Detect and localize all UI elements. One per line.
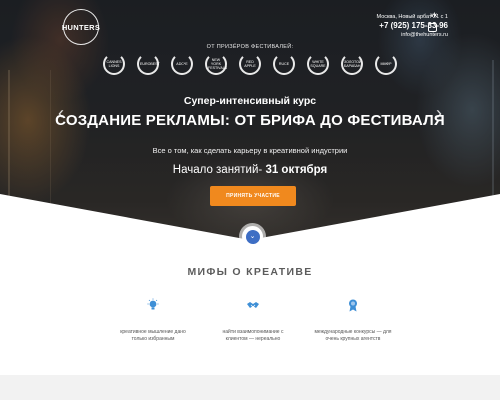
contact-block: Москва, Новый арбат 21 с 1 +7 (925) 175-…: [377, 13, 448, 39]
course-type: Супер-интенсивный курс: [183, 95, 317, 107]
start-date: Начало занятий- 31 октября: [0, 164, 500, 176]
chevron-down-icon: ⌄: [245, 229, 260, 244]
start-date-value: 31 октября: [265, 164, 328, 176]
award-laurel-icon: ЗОЛОТОЙ БАРАБАН: [341, 53, 363, 75]
awards-row: CANNES LIONS EUROBEST ADC*E NEW YORK FES…: [103, 53, 397, 81]
myth-text: международные конкурсы — для очень крупн…: [314, 329, 392, 342]
start-label: Начало занятий-: [172, 164, 263, 176]
award-laurel-icon: WHITE SQUARE: [307, 53, 329, 75]
myth-item: найти взаимопонимание с клиентом — нереа…: [203, 298, 303, 343]
next-section-band: [0, 375, 500, 400]
award-laurel-icon: RUCE: [273, 53, 295, 75]
scroll-down-button[interactable]: ⌄: [242, 226, 263, 247]
award-laurel-icon: ММФР: [375, 53, 397, 75]
award-laurel-icon: ADC*E: [171, 53, 193, 75]
myth-item: международные конкурсы — для очень крупн…: [303, 298, 403, 343]
myths-title: МИФЫ О КРЕАТИВЕ: [187, 266, 313, 278]
email-link[interactable]: info@thehunters.ru: [377, 31, 448, 39]
hero-section: HUNTERS Москва, Новый арбат 21 с 1 +7 (9…: [0, 0, 500, 252]
myth-text: найти взаимопонимание с клиентом — нереа…: [222, 329, 284, 342]
myth-item: креативное мышление дано только избранны…: [103, 298, 203, 343]
myth-text: креативное мышление дано только избранны…: [120, 329, 186, 342]
facebook-icon[interactable]: [428, 23, 437, 32]
vk-icon[interactable]: vk: [430, 13, 437, 19]
award-medal-icon: [349, 299, 357, 312]
awards-heading: ОТ ПРИЗЁРОВ ФЕСТИВАЛЕЙ:: [206, 44, 294, 50]
award-laurel-icon: NEW YORK FESTIVALS: [205, 53, 227, 75]
logo-text: HUNTERS: [61, 22, 101, 32]
phone-link[interactable]: +7 (925) 175-33-96: [377, 21, 448, 31]
course-description: Все о том, как сделать карьеру в креатив…: [152, 146, 348, 155]
lightbulb-icon: [147, 298, 159, 310]
course-title: СОЗДАНИЕ РЕКЛАМЫ: ОТ БРИФА ДО ФЕСТИВАЛЯ: [55, 112, 445, 129]
hunters-logo[interactable]: HUNTERS: [61, 9, 101, 45]
handshake-icon: [247, 302, 259, 308]
award-laurel-icon: CANNES LIONS: [103, 53, 125, 75]
address-text: Москва, Новый арбат 21 с 1: [376, 14, 448, 20]
award-laurel-icon: RED APPLE: [239, 53, 261, 75]
award-laurel-icon: EUROBEST: [137, 53, 160, 75]
